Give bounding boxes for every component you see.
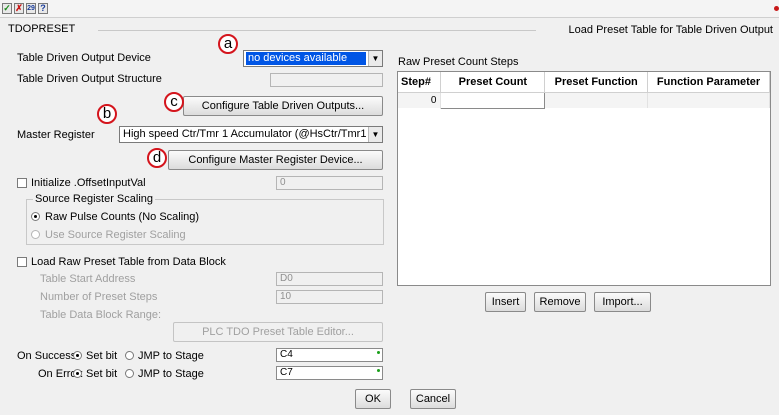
step-cell: 0 xyxy=(398,92,442,108)
master-register-label: Master Register xyxy=(17,129,95,141)
chevron-down-icon: ▼ xyxy=(368,127,382,142)
preset-steps-label: Number of Preset Steps xyxy=(40,291,158,303)
master-register-value: High speed Ctr/Tmr 1 Accumulator (@HsCtr… xyxy=(123,128,366,140)
column-header-preset-count[interactable]: Preset Count xyxy=(440,72,546,93)
function-parameter-cell[interactable] xyxy=(647,92,770,108)
callout-d: d xyxy=(147,148,167,168)
tdo-device-select[interactable]: no devices available ▼ xyxy=(243,50,383,67)
initialize-offset-checkbox[interactable] xyxy=(17,178,27,188)
cancel-icon[interactable]: ✗ xyxy=(14,3,24,14)
help-icon[interactable]: ? xyxy=(38,3,48,14)
tdo-structure-field xyxy=(270,73,383,87)
on-success-setbit-radio[interactable] xyxy=(73,351,82,360)
instruction-description: Load Preset Table for Table Driven Outpu… xyxy=(568,24,773,36)
callout-a: a xyxy=(218,34,238,54)
status-dot-icon xyxy=(774,6,779,11)
on-error-setbit-radio[interactable] xyxy=(73,369,82,378)
valid-indicator-icon xyxy=(377,351,380,354)
column-header-preset-function[interactable]: Preset Function xyxy=(544,72,649,93)
initialize-offset-label: Initialize .OffsetInputVal xyxy=(31,177,146,189)
callout-c: c xyxy=(164,92,184,112)
configure-master-register-button[interactable]: Configure Master Register Device... xyxy=(168,150,383,170)
on-success-value: C4 xyxy=(280,349,293,360)
table-start-field: D0 xyxy=(276,272,383,286)
insert-button[interactable]: Insert xyxy=(485,292,526,312)
instruction-title: TDOPRESET xyxy=(8,23,76,35)
on-error-jmp-radio[interactable] xyxy=(125,369,134,378)
preset-function-cell[interactable] xyxy=(544,92,649,108)
preset-count-cell[interactable] xyxy=(440,91,546,109)
on-success-field[interactable]: C4 xyxy=(276,348,383,362)
master-register-select[interactable]: High speed Ctr/Tmr 1 Accumulator (@HsCtr… xyxy=(119,126,383,143)
toolbar: ✓ ✗ 29 ? xyxy=(0,0,779,18)
scaling-source-label: Use Source Register Scaling xyxy=(45,229,186,241)
scaling-group-label: Source Register Scaling xyxy=(33,193,156,205)
tdo-device-label: Table Driven Output Device xyxy=(17,52,151,64)
scaling-raw-label: Raw Pulse Counts (No Scaling) xyxy=(45,211,200,223)
remove-button[interactable]: Remove xyxy=(534,292,586,312)
on-error-jmp-label: JMP to Stage xyxy=(138,368,204,380)
preset-steps-field: 10 xyxy=(276,290,383,304)
table-range-label: Table Data Block Range: xyxy=(40,309,162,321)
on-success-label: On Success: xyxy=(17,350,80,362)
scaling-source-radio[interactable] xyxy=(31,230,40,239)
callout-b: b xyxy=(97,104,117,124)
on-success-jmp-label: JMP to Stage xyxy=(138,350,204,362)
import-button[interactable]: Import... xyxy=(594,292,651,312)
calendar-icon[interactable]: 29 xyxy=(26,3,36,14)
on-success-jmp-radio[interactable] xyxy=(125,351,134,360)
load-from-datablock-checkbox[interactable] xyxy=(17,257,27,267)
table-row[interactable]: 0 xyxy=(398,91,770,109)
valid-indicator-icon xyxy=(377,369,380,372)
tdo-structure-label: Table Driven Output Structure xyxy=(17,73,162,85)
table-header-row: Step# Preset Count Preset Function Funct… xyxy=(398,72,770,93)
tdopreset-dialog: ✓ ✗ 29 ? TDOPRESET Load Preset Table for… xyxy=(0,0,779,415)
load-from-datablock-label: Load Raw Preset Table from Data Block xyxy=(31,256,226,268)
check-icon[interactable]: ✓ xyxy=(2,3,12,14)
on-error-setbit-label: Set bit xyxy=(86,368,118,380)
chevron-down-icon: ▼ xyxy=(368,51,382,66)
ok-button[interactable]: OK xyxy=(355,389,391,409)
scaling-raw-radio[interactable] xyxy=(31,212,40,221)
cancel-button[interactable]: Cancel xyxy=(410,389,456,409)
on-error-value: C7 xyxy=(280,367,293,378)
offset-value-field: 0 xyxy=(276,176,383,190)
tdo-device-value: no devices available xyxy=(246,52,366,65)
preset-table-title: Raw Preset Count Steps xyxy=(398,56,519,68)
column-header-function-parameter[interactable]: Function Parameter xyxy=(647,72,770,93)
table-start-label: Table Start Address xyxy=(40,273,136,285)
column-header-step[interactable]: Step# xyxy=(398,72,442,93)
on-error-field[interactable]: C7 xyxy=(276,366,383,380)
on-success-setbit-label: Set bit xyxy=(86,350,118,362)
header-divider xyxy=(98,30,536,31)
preset-table-editor-button[interactable]: PLC TDO Preset Table Editor... xyxy=(173,322,383,342)
preset-table[interactable]: Step# Preset Count Preset Function Funct… xyxy=(397,71,771,286)
configure-tdo-button[interactable]: Configure Table Driven Outputs... xyxy=(183,96,383,116)
